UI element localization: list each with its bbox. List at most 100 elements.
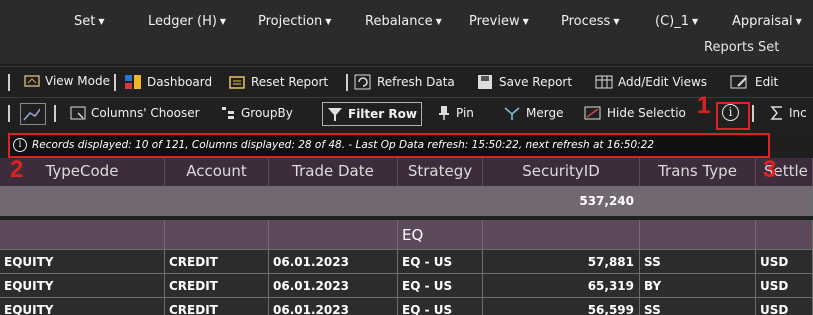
cell-securityid: 65,319 bbox=[483, 274, 640, 298]
cell-settle: USD bbox=[756, 274, 813, 298]
edit-button[interactable]: Edit bbox=[730, 74, 778, 90]
view-mode-button[interactable]: View Mode bbox=[24, 74, 110, 88]
chart-toggle-button[interactable] bbox=[20, 103, 46, 125]
annotation-label-1: 1 bbox=[697, 92, 711, 119]
dashboard-button[interactable]: Dashboard bbox=[124, 74, 212, 90]
filter-row-button[interactable]: Filter Row bbox=[322, 102, 422, 126]
main-menu-bar: Set ▼ Ledger (H) ▼ Projection ▼ Rebalance ▼ … bbox=[0, 0, 813, 64]
cell-trans-type: SS bbox=[640, 298, 756, 315]
toolbar-separator bbox=[346, 74, 348, 91]
menu-process[interactable]: Process ▼ bbox=[561, 14, 619, 29]
annotation-box-info-button bbox=[716, 102, 750, 130]
group-row[interactable]: EQ bbox=[0, 220, 813, 250]
column-header-account[interactable]: Account bbox=[165, 158, 269, 186]
cell-settle: USD bbox=[756, 298, 813, 315]
toolbar-separator bbox=[8, 105, 10, 122]
cell-typecode: EQUITY bbox=[0, 250, 165, 274]
chevron-down-icon: ▼ bbox=[325, 17, 332, 26]
toolbar-separator bbox=[8, 74, 10, 91]
chevron-down-icon: ▼ bbox=[98, 17, 105, 26]
merge-icon bbox=[504, 107, 520, 120]
cell-account: CREDIT bbox=[165, 250, 269, 274]
chevron-down-icon: ▼ bbox=[613, 17, 620, 26]
save-report-button[interactable]: Save Report bbox=[476, 74, 572, 90]
pin-icon bbox=[439, 106, 449, 120]
reports-set-label[interactable]: Reports Set bbox=[704, 40, 779, 55]
refresh-icon bbox=[354, 74, 371, 90]
records-info-strip: i Records displayed: 10 of 121, Columns … bbox=[8, 133, 770, 158]
chevron-down-icon: ▼ bbox=[219, 17, 227, 26]
annotation-label-2: 2 bbox=[10, 156, 24, 183]
column-header-typecode[interactable]: TypeCode bbox=[0, 158, 165, 186]
menu-preview[interactable]: Preview ▼ bbox=[469, 14, 529, 29]
filter-icon bbox=[328, 108, 342, 121]
table-row[interactable]: EQUITY CREDIT 06.01.2023 EQ - US 57,881 … bbox=[0, 250, 813, 274]
group-cell bbox=[0, 220, 165, 250]
dashboard-icon bbox=[125, 75, 141, 89]
refresh-data-button[interactable]: Refresh Data bbox=[354, 74, 455, 90]
menu-appraisal[interactable]: Appraisal ▼ bbox=[732, 14, 802, 29]
cell-strategy: EQ - US bbox=[398, 250, 483, 274]
menu-c1[interactable]: (C)_1 ▼ bbox=[655, 14, 698, 29]
summary-row: 537,240 bbox=[0, 186, 813, 216]
menu-projection[interactable]: Projection ▼ bbox=[258, 14, 331, 29]
edit-icon bbox=[730, 75, 747, 89]
reset-report-button[interactable]: Reset Report bbox=[228, 74, 328, 90]
pin-button[interactable]: Pin bbox=[437, 105, 474, 121]
summary-cell bbox=[269, 186, 398, 216]
cell-settle: USD bbox=[756, 250, 813, 274]
cell-typecode: EQUITY bbox=[0, 298, 165, 315]
column-header-trans-type[interactable]: Trans Type bbox=[640, 158, 756, 186]
toolbar-separator bbox=[54, 105, 56, 122]
group-label: EQ bbox=[398, 220, 483, 250]
hide-selection-button[interactable]: Hide Selectio bbox=[584, 105, 709, 121]
toolbar-separator bbox=[114, 74, 116, 91]
add-edit-views-button[interactable]: Add/Edit Views bbox=[595, 74, 707, 90]
chevron-down-icon: ▼ bbox=[522, 17, 529, 26]
summary-cell bbox=[0, 186, 165, 216]
menu-ledger[interactable]: Ledger (H) ▼ bbox=[148, 14, 226, 29]
records-info-text: Records displayed: 10 of 121, Columns di… bbox=[32, 139, 655, 151]
cell-trans-type: SS bbox=[640, 250, 756, 274]
cell-trans-type: BY bbox=[640, 274, 756, 298]
info-icon: i bbox=[13, 138, 27, 152]
inc-button[interactable]: Inc bbox=[770, 105, 807, 121]
cell-securityid: 56,599 bbox=[483, 298, 640, 315]
cell-typecode: EQUITY bbox=[0, 274, 165, 298]
column-header-trade-date[interactable]: Trade Date bbox=[269, 158, 398, 186]
cell-strategy: EQ - US bbox=[398, 298, 483, 315]
columns-chooser-button[interactable]: Columns' Chooser bbox=[70, 105, 200, 121]
hide-selection-icon bbox=[584, 106, 601, 120]
chevron-down-icon: ▼ bbox=[692, 17, 699, 26]
merge-button[interactable]: Merge bbox=[503, 105, 563, 121]
column-header-strategy[interactable]: Strategy bbox=[398, 158, 483, 186]
group-cell bbox=[165, 220, 269, 250]
toolbar-separator bbox=[752, 105, 754, 122]
sum-icon bbox=[770, 106, 782, 120]
column-header-securityid[interactable]: SecurityID bbox=[483, 158, 640, 186]
menu-set[interactable]: Set ▼ bbox=[74, 14, 105, 29]
summary-cell bbox=[756, 186, 813, 216]
annotation-label-3: 3 bbox=[763, 156, 777, 183]
cell-strategy: EQ - US bbox=[398, 274, 483, 298]
cell-trade-date: 06.01.2023 bbox=[269, 298, 398, 315]
chevron-down-icon: ▼ bbox=[795, 17, 802, 26]
summary-cell bbox=[398, 186, 483, 216]
summary-cell bbox=[165, 186, 269, 216]
table-row[interactable]: EQUITY CREDIT 06.01.2023 EQ - US 56,599 … bbox=[0, 298, 813, 315]
group-cell bbox=[483, 220, 640, 250]
line-chart-icon bbox=[23, 108, 40, 121]
cell-securityid: 57,881 bbox=[483, 250, 640, 274]
grid-views-icon bbox=[595, 75, 613, 89]
cell-trade-date: 06.01.2023 bbox=[269, 274, 398, 298]
cell-trade-date: 06.01.2023 bbox=[269, 250, 398, 274]
save-icon bbox=[478, 75, 492, 89]
menu-rebalance[interactable]: Rebalance ▼ bbox=[365, 14, 442, 29]
toolbar-primary: View Mode Dashboard Reset Report Refresh… bbox=[0, 66, 813, 97]
toolbar-secondary: Columns' Chooser GroupBy Filter Row Pin … bbox=[0, 97, 813, 131]
group-cell bbox=[640, 220, 756, 250]
group-cell bbox=[756, 220, 813, 250]
table-row[interactable]: EQUITY CREDIT 06.01.2023 EQ - US 65,319 … bbox=[0, 274, 813, 298]
groupby-icon bbox=[222, 107, 234, 119]
groupby-button[interactable]: GroupBy bbox=[220, 105, 293, 121]
